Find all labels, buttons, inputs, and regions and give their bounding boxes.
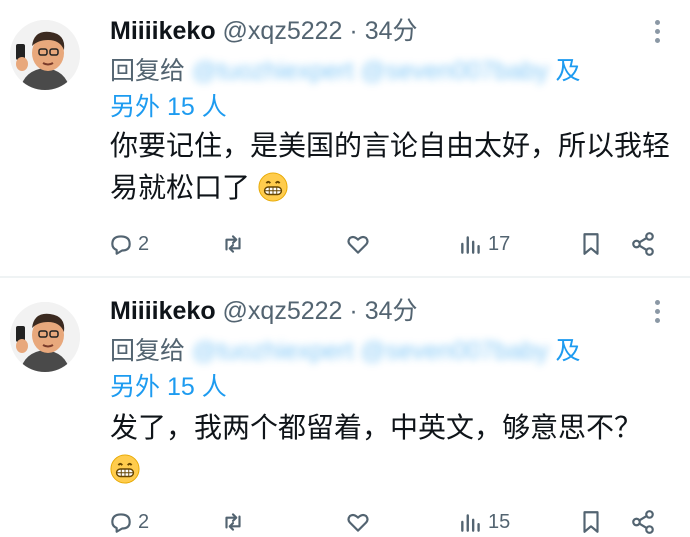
separator-dot: · — [349, 297, 358, 325]
like-button[interactable] — [345, 229, 371, 259]
grinning-face-emoji — [110, 454, 140, 484]
tweet-2[interactable]: Miiiikeko @xqz5222 · 34分 回复给 @tuozhiexpe… — [0, 280, 690, 534]
reply-prefix: 回复给 — [110, 337, 186, 365]
views-button[interactable]: 17 — [458, 229, 510, 259]
reply-others-link[interactable]: 另外 15 人 — [110, 369, 670, 405]
bookmark-button[interactable] — [578, 229, 604, 259]
share-icon — [632, 510, 654, 534]
retweet-icon — [225, 513, 241, 531]
reply-context: 回复给 @tuozhiexpert @seven007baby 及 另外 15 … — [110, 53, 670, 125]
display-name[interactable]: Miiiikeko — [110, 17, 216, 45]
reply-button[interactable]: 2 — [108, 507, 149, 537]
more-options-icon[interactable] — [652, 20, 662, 48]
reply-icon — [111, 513, 131, 533]
tweet-actions: 2 15 — [108, 507, 668, 537]
heart-icon — [347, 235, 369, 254]
tweet-header: Miiiikeko @xqz5222 · 34分 — [110, 294, 418, 328]
reply-and: 及 — [555, 337, 581, 365]
user-handle[interactable]: @xqz5222 — [223, 297, 343, 325]
separator-dot: · — [349, 17, 358, 45]
reply-icon — [111, 235, 131, 255]
avatar[interactable] — [10, 302, 80, 372]
view-count: 15 — [488, 510, 511, 533]
avatar[interactable] — [10, 20, 80, 90]
display-name[interactable]: Miiiikeko — [110, 297, 216, 325]
tweet-divider — [0, 276, 690, 278]
reply-count: 2 — [138, 232, 150, 255]
bookmark-icon — [583, 511, 599, 533]
reply-count: 2 — [138, 510, 150, 533]
timestamp[interactable]: 34分 — [365, 297, 418, 325]
reply-button[interactable]: 2 — [108, 229, 149, 259]
tweet-actions: 2 17 — [108, 229, 668, 259]
bookmark-button[interactable] — [578, 507, 604, 537]
views-chart-icon — [461, 514, 480, 532]
reply-prefix: 回复给 — [110, 57, 186, 85]
retweet-button[interactable] — [220, 507, 246, 537]
share-button[interactable] — [630, 229, 656, 259]
blurred-mentions[interactable]: @tuozhiexpert @seven007baby — [192, 57, 549, 85]
timestamp[interactable]: 34分 — [365, 17, 418, 45]
tweet-text-content: 发了，我两个都留着，中英文，够意思不？ — [110, 412, 643, 443]
heart-icon — [347, 513, 369, 532]
tweet-text-content: 你要记住，是美国的言论自由太好，所以我轻易就松口了 — [110, 130, 671, 203]
views-button[interactable]: 15 — [458, 507, 510, 537]
tweet-text: 你要记住，是美国的言论自由太好，所以我轻易就松口了 — [110, 125, 670, 209]
retweet-icon — [225, 235, 241, 253]
share-icon — [632, 232, 654, 256]
grinning-face-emoji — [258, 172, 288, 202]
avatar-illustration-icon — [10, 302, 80, 372]
bookmark-icon — [583, 233, 599, 255]
tweet-1[interactable]: Miiiikeko @xqz5222 · 34分 回复给 @tuozhiexpe… — [0, 0, 690, 275]
view-count: 17 — [488, 232, 511, 255]
share-button[interactable] — [630, 507, 656, 537]
views-chart-icon — [461, 236, 480, 254]
user-handle[interactable]: @xqz5222 — [223, 17, 343, 45]
reply-context: 回复给 @tuozhiexpert @seven007baby 及 另外 15 … — [110, 333, 670, 405]
blurred-mentions[interactable]: @tuozhiexpert @seven007baby — [192, 337, 549, 365]
retweet-button[interactable] — [220, 229, 246, 259]
more-options-icon[interactable] — [652, 300, 662, 328]
avatar-illustration-icon — [10, 20, 80, 90]
tweet-text: 发了，我两个都留着，中英文，够意思不？ — [110, 407, 670, 491]
like-button[interactable] — [345, 507, 371, 537]
tweet-header: Miiiikeko @xqz5222 · 34分 — [110, 14, 418, 48]
reply-and: 及 — [555, 57, 581, 85]
reply-others-link[interactable]: 另外 15 人 — [110, 89, 670, 125]
